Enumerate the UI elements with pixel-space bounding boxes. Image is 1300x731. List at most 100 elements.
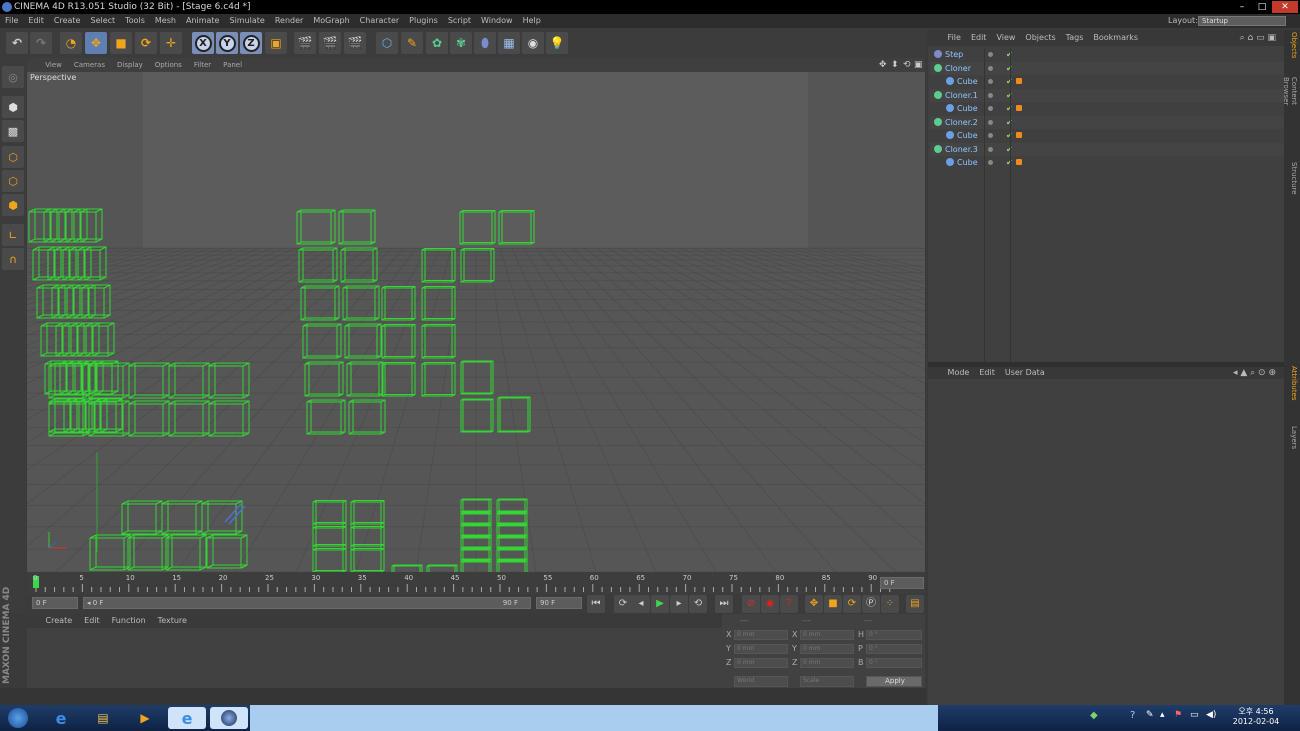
- floor-scene-icon[interactable]: ▦: [498, 32, 520, 54]
- menu-file[interactable]: File: [0, 14, 23, 28]
- visibility-dot-icon[interactable]: [988, 119, 993, 125]
- tray-help-icon[interactable]: ?: [1130, 710, 1135, 721]
- menu-edit[interactable]: Edit: [23, 14, 49, 28]
- record-key-icon[interactable]: ◉: [761, 595, 779, 613]
- timeline-ruler[interactable]: 0 5 10 15 20 25 30 35 40 45 50 55 60 65 70 75 80 85 90 0 F: [27, 572, 925, 594]
- layout-dropdown[interactable]: Startup: [1198, 16, 1286, 26]
- key-pla-icon[interactable]: ⁘: [881, 595, 899, 613]
- light-icon[interactable]: 💡: [546, 32, 568, 54]
- start-frame-field[interactable]: 0 F: [32, 597, 78, 609]
- taskbar-cinema4d-window[interactable]: [210, 707, 248, 729]
- viewport-menu-filter[interactable]: Filter: [188, 58, 217, 72]
- menu-tools[interactable]: Tools: [120, 14, 150, 28]
- viewport-zoom-icon[interactable]: ⬍: [891, 58, 899, 72]
- spline-pen-icon[interactable]: ✎: [401, 32, 423, 54]
- attribute-menu-user-data[interactable]: User Data: [1000, 367, 1050, 379]
- loop-forward-icon[interactable]: ⟲: [689, 595, 707, 613]
- menu-help[interactable]: Help: [518, 14, 546, 28]
- tray-volume-icon[interactable]: ◀): [1206, 710, 1216, 720]
- visibility-dot-icon[interactable]: [988, 106, 993, 111]
- minimize-button[interactable]: –: [1232, 1, 1252, 13]
- coordinate-system-icon[interactable]: ▣: [265, 32, 287, 54]
- viewport-rotate-icon[interactable]: ⟲: [903, 58, 911, 72]
- go-to-end-icon[interactable]: ⏭: [715, 595, 733, 613]
- material-menu-create[interactable]: Create: [40, 614, 79, 628]
- go-to-start-icon[interactable]: ⏮: [587, 595, 605, 613]
- tray-network-icon[interactable]: ▭: [1190, 710, 1199, 720]
- points-mode-icon[interactable]: ⬡: [2, 146, 24, 168]
- live-selection-icon[interactable]: ◔: [60, 32, 82, 54]
- menu-mograph[interactable]: MoGraph: [308, 14, 354, 28]
- undo-icon[interactable]: ↶: [6, 32, 28, 54]
- autokey-help-icon[interactable]: ?: [780, 595, 798, 613]
- rotation-field[interactable]: 0 °: [866, 630, 922, 640]
- tray-flag-icon[interactable]: ⚑: [1174, 710, 1182, 720]
- cube-primitive-icon[interactable]: ⬡: [376, 32, 398, 54]
- menu-create[interactable]: Create: [49, 14, 86, 28]
- visibility-dot-icon[interactable]: [988, 92, 993, 98]
- visibility-dot-icon[interactable]: [988, 133, 993, 138]
- workplane-icon[interactable]: ∟: [2, 224, 24, 246]
- camera-icon[interactable]: ◉: [522, 32, 544, 54]
- edges-mode-icon[interactable]: ⬡: [2, 170, 24, 192]
- size-mode-dropdown[interactable]: Scale: [800, 676, 854, 687]
- viewport-toggle-icon[interactable]: ▣: [914, 58, 923, 72]
- menu-mesh[interactable]: Mesh: [150, 14, 181, 28]
- menu-window[interactable]: Window: [476, 14, 518, 28]
- move-tool-icon[interactable]: ✥: [85, 32, 107, 54]
- menu-plugins[interactable]: Plugins: [404, 14, 443, 28]
- object-menu-view[interactable]: View: [991, 30, 1020, 46]
- viewport-menu-options[interactable]: Options: [149, 58, 188, 72]
- file-explorer-icon[interactable]: ▤: [84, 707, 122, 729]
- visibility-dot-icon[interactable]: [988, 79, 993, 84]
- menu-simulate[interactable]: Simulate: [224, 14, 269, 28]
- timeline-window-icon[interactable]: ▤: [906, 595, 924, 613]
- x-axis-lock-button[interactable]: X: [192, 32, 214, 54]
- key-position-icon[interactable]: ✥: [805, 595, 823, 613]
- tray-expand-icon[interactable]: ▴: [1160, 710, 1165, 720]
- menu-script[interactable]: Script: [443, 14, 476, 28]
- material-tag-icon[interactable]: [1016, 159, 1022, 165]
- menu-character[interactable]: Character: [355, 14, 405, 28]
- close-button[interactable]: ✕: [1272, 1, 1298, 13]
- scale-tool-icon[interactable]: ■: [110, 32, 132, 54]
- viewport-pan-icon[interactable]: ✥: [879, 58, 887, 72]
- material-menu-texture[interactable]: Texture: [152, 614, 193, 628]
- tray-ime-icon[interactable]: ✎: [1146, 710, 1154, 720]
- key-rotation-icon[interactable]: ⟳: [843, 595, 861, 613]
- viewport-menu-view[interactable]: View: [39, 58, 68, 72]
- maximize-button[interactable]: □: [1252, 1, 1272, 13]
- attribute-nav-icons[interactable]: ◂ ▲ ⌕ ⊙ ⊕: [1233, 367, 1276, 379]
- material-tag-icon[interactable]: [1016, 105, 1022, 111]
- visibility-dot-icon[interactable]: [988, 65, 993, 71]
- side-tab-attributes[interactable]: Attributes: [1286, 366, 1298, 401]
- object-menu-tags[interactable]: Tags: [1061, 30, 1089, 46]
- viewport-menu-panel[interactable]: Panel: [217, 58, 248, 72]
- array-generator-icon[interactable]: ✾: [450, 32, 472, 54]
- size-field[interactable]: 0 mm: [800, 630, 854, 640]
- menu-animate[interactable]: Animate: [181, 14, 225, 28]
- key-scale-icon[interactable]: ■: [824, 595, 842, 613]
- side-tab-objects[interactable]: Objects: [1286, 32, 1298, 58]
- position-field[interactable]: 0 mm: [734, 658, 788, 668]
- polygons-mode-icon[interactable]: ⬢: [2, 194, 24, 216]
- size-field[interactable]: 0 mm: [800, 658, 854, 668]
- attribute-menu-edit[interactable]: Edit: [974, 367, 1000, 379]
- size-field[interactable]: 0 mm: [800, 644, 854, 654]
- object-menu-file[interactable]: File: [943, 30, 966, 46]
- apply-button[interactable]: Apply: [866, 676, 922, 687]
- material-menu-function[interactable]: Function: [106, 614, 152, 628]
- step-forward-icon[interactable]: ▸: [670, 595, 688, 613]
- model-mode-icon[interactable]: ⬢: [2, 96, 24, 118]
- visibility-dot-icon[interactable]: [988, 160, 993, 165]
- material-tag-icon[interactable]: [1016, 132, 1022, 138]
- nurbs-generator-icon[interactable]: ✿: [426, 32, 448, 54]
- perspective-viewport[interactable]: Perspective: [27, 72, 925, 572]
- range-slider[interactable]: ◂ 0 F 90 F: [83, 597, 531, 609]
- coordinate-mode-dropdown[interactable]: World: [734, 676, 788, 687]
- object-manager-search-icon[interactable]: ⌕ ⌂ ▭ ▣: [1240, 30, 1276, 46]
- texture-mode-icon[interactable]: ▩: [2, 120, 24, 142]
- snap-magnet-icon[interactable]: ∩: [2, 248, 24, 270]
- render-settings-icon[interactable]: 🎬: [344, 32, 366, 54]
- position-field[interactable]: 0 mm: [734, 644, 788, 654]
